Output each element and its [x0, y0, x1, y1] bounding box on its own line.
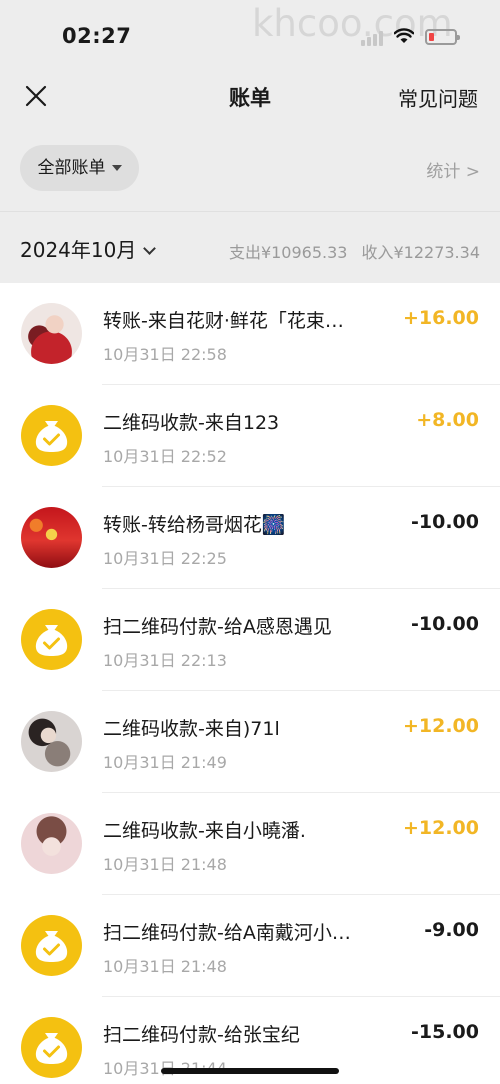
- transaction-row[interactable]: 二维码收款-来自小曉潘. 10月31日 21:48 +12.00: [0, 793, 500, 895]
- contact-avatar: [21, 507, 82, 568]
- expense-total: 支出¥10965.33: [228, 243, 348, 262]
- battery-icon: [425, 29, 460, 45]
- transaction-amount: +12.00: [402, 715, 479, 737]
- payment-coin-avatar: [21, 915, 82, 976]
- transaction-list: 转账-来自花财·鲜花「花束… 10月31日 22:58 +16.00 二维码收款-来自…: [0, 283, 500, 1084]
- statistics-link[interactable]: 统计 >: [426, 157, 480, 182]
- cellular-signal-icon: [361, 30, 385, 46]
- payment-coin-avatar: [21, 405, 82, 466]
- nav-bar: 账单 常见问题: [0, 68, 500, 126]
- transaction-amount: -15.00: [411, 1021, 479, 1043]
- payment-coin-avatar: [21, 1017, 82, 1078]
- transaction-amount: +8.00: [416, 409, 479, 431]
- transaction-amount: -9.00: [424, 919, 479, 941]
- transaction-amount: -10.00: [411, 511, 479, 533]
- bill-filter-label: 全部账单: [37, 158, 106, 178]
- transaction-time: 10月31日 21:44: [103, 1059, 227, 1078]
- transaction-row[interactable]: 转账-来自花财·鲜花「花束… 10月31日 22:58 +16.00: [0, 283, 500, 385]
- transaction-time: 10月31日 22:13: [103, 651, 227, 670]
- transaction-time: 10月31日 22:58: [103, 345, 227, 364]
- month-header: 2024年10月 支出¥10965.33 收入¥12273.34: [0, 211, 500, 283]
- money-bag-icon: [35, 1033, 68, 1064]
- money-bag-icon: [35, 421, 68, 452]
- transaction-title: 二维码收款-来自)71l: [103, 718, 280, 740]
- contact-avatar: [21, 813, 82, 874]
- income-total: 收入¥12273.34: [361, 243, 480, 262]
- money-bag-icon: [35, 625, 68, 656]
- transaction-row[interactable]: 二维码收款-来自)71l 10月31日 21:49 +12.00: [0, 691, 500, 793]
- transaction-amount: +16.00: [402, 307, 479, 329]
- wifi-icon: [393, 27, 415, 45]
- status-time: 02:27: [62, 24, 132, 48]
- transaction-time: 10月31日 21:49: [103, 753, 227, 772]
- status-bar: 02:27 khcoo.com: [0, 0, 500, 68]
- transaction-title: 转账-转给杨哥烟花🎆: [103, 514, 286, 536]
- watermark: khcoo.com: [252, 2, 453, 45]
- transaction-time: 10月31日 22:52: [103, 447, 227, 466]
- transaction-title: 扫二维码付款-给张宝纪: [103, 1024, 300, 1046]
- transaction-title: 扫二维码付款-给A感恩遇见: [103, 616, 332, 638]
- bill-filter-dropdown[interactable]: 全部账单: [20, 145, 139, 191]
- transaction-row[interactable]: 扫二维码付款-给A感恩遇见 10月31日 22:13 -10.00: [0, 589, 500, 691]
- faq-link[interactable]: 常见问题: [398, 83, 478, 112]
- transaction-amount: +12.00: [402, 817, 479, 839]
- transaction-title: 二维码收款-来自小曉潘.: [103, 820, 306, 842]
- transaction-amount: -10.00: [411, 613, 479, 635]
- contact-avatar: [21, 711, 82, 772]
- month-label: 2024年10月: [20, 238, 137, 262]
- money-bag-icon: [35, 931, 68, 962]
- payment-coin-avatar: [21, 609, 82, 670]
- transaction-row[interactable]: 转账-转给杨哥烟花🎆 10月31日 22:25 -10.00: [0, 487, 500, 589]
- home-indicator: [161, 1068, 339, 1074]
- transaction-time: 10月31日 22:25: [103, 549, 227, 568]
- month-summary: 支出¥10965.33 收入¥12273.34: [229, 239, 480, 263]
- chevron-down-icon: [143, 242, 157, 255]
- transaction-title: 二维码收款-来自123: [103, 412, 280, 434]
- filter-bar: 全部账单 统计 >: [0, 126, 500, 211]
- caret-down-icon: [111, 165, 122, 171]
- month-picker[interactable]: 2024年10月: [20, 234, 157, 263]
- transaction-title: 扫二维码付款-给A南戴河小…: [103, 922, 351, 944]
- transaction-time: 10月31日 21:48: [103, 957, 227, 976]
- transaction-row[interactable]: 扫二维码付款-给A南戴河小… 10月31日 21:48 -9.00: [0, 895, 500, 997]
- contact-avatar: [21, 303, 82, 364]
- transaction-title: 转账-来自花财·鲜花「花束…: [103, 310, 344, 332]
- transaction-time: 10月31日 21:48: [103, 855, 227, 874]
- transaction-row[interactable]: 二维码收款-来自123 10月31日 22:52 +8.00: [0, 385, 500, 487]
